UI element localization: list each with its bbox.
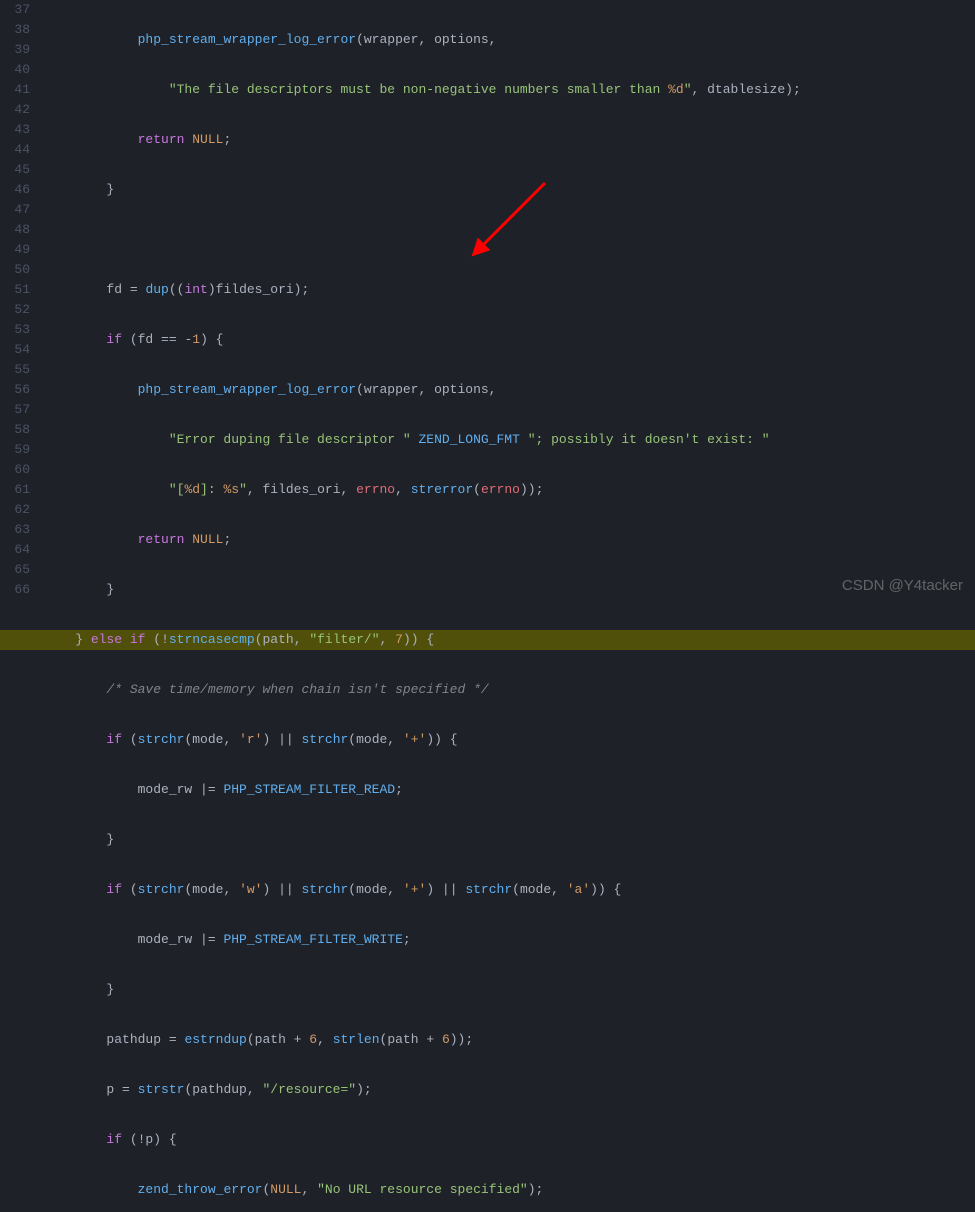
code-line: }	[40, 180, 975, 200]
code-line: php_stream_wrapper_log_error(wrapper, op…	[40, 380, 975, 400]
line-number: 56	[0, 380, 30, 400]
code-line: }	[40, 980, 975, 1000]
code-area[interactable]: php_stream_wrapper_log_error(wrapper, op…	[40, 0, 975, 606]
line-number: 41	[0, 80, 30, 100]
line-number: 45	[0, 160, 30, 180]
line-number: 62	[0, 500, 30, 520]
code-line: pathdup = estrndup(path + 6, strlen(path…	[40, 1030, 975, 1050]
line-number: 58	[0, 420, 30, 440]
line-number: 59	[0, 440, 30, 460]
line-number: 52	[0, 300, 30, 320]
line-number: 43	[0, 120, 30, 140]
code-line	[40, 230, 975, 250]
code-line: if (fd == -1) {	[40, 330, 975, 350]
code-line: if (strchr(mode, 'r') || strchr(mode, '+…	[40, 730, 975, 750]
line-number: 42	[0, 100, 30, 120]
code-line: php_stream_wrapper_log_error(wrapper, op…	[40, 30, 975, 50]
line-number: 51	[0, 280, 30, 300]
line-number: 63	[0, 520, 30, 540]
line-number: 64	[0, 540, 30, 560]
line-number: 50	[0, 260, 30, 280]
line-number: 47	[0, 200, 30, 220]
line-number: 66	[0, 580, 30, 600]
code-line: "Error duping file descriptor " ZEND_LON…	[40, 430, 975, 450]
line-number: 57	[0, 400, 30, 420]
line-gutter: 37 38 39 40 41 42 43 44 45 46 47 48 49 5…	[0, 0, 40, 606]
line-number: 46	[0, 180, 30, 200]
line-number: 39	[0, 40, 30, 60]
code-line: }	[40, 580, 975, 600]
line-number: 65	[0, 560, 30, 580]
line-number: 53	[0, 320, 30, 340]
line-number: 37	[0, 0, 30, 20]
line-number: 40	[0, 60, 30, 80]
watermark: CSDN @Y4tacker	[842, 577, 963, 594]
line-number: 55	[0, 360, 30, 380]
code-line: p = strstr(pathdup, "/resource=");	[40, 1080, 975, 1100]
code-line: }	[40, 830, 975, 850]
code-line: mode_rw |= PHP_STREAM_FILTER_READ;	[40, 780, 975, 800]
code-line: "The file descriptors must be non-negati…	[40, 80, 975, 100]
code-line: if (!p) {	[40, 1130, 975, 1150]
line-number: 48	[0, 220, 30, 240]
code-editor[interactable]: 37 38 39 40 41 42 43 44 45 46 47 48 49 5…	[0, 0, 975, 606]
line-number: 49	[0, 240, 30, 260]
code-line: if (strchr(mode, 'w') || strchr(mode, '+…	[40, 880, 975, 900]
code-line: mode_rw |= PHP_STREAM_FILTER_WRITE;	[40, 930, 975, 950]
line-number: 38	[0, 20, 30, 40]
code-line: zend_throw_error(NULL, "No URL resource …	[40, 1180, 975, 1200]
code-line: return NULL;	[40, 530, 975, 550]
code-line: return NULL;	[40, 130, 975, 150]
code-line: "[%d]: %s", fildes_ori, errno, strerror(…	[40, 480, 975, 500]
line-number: 60	[0, 460, 30, 480]
highlighted-line: } else if (!strncasecmp(path, "filter/",…	[40, 630, 975, 650]
code-line: fd = dup((int)fildes_ori);	[40, 280, 975, 300]
line-number: 61	[0, 480, 30, 500]
code-line: /* Save time/memory when chain isn't spe…	[40, 680, 975, 700]
line-number: 54	[0, 340, 30, 360]
line-number: 44	[0, 140, 30, 160]
